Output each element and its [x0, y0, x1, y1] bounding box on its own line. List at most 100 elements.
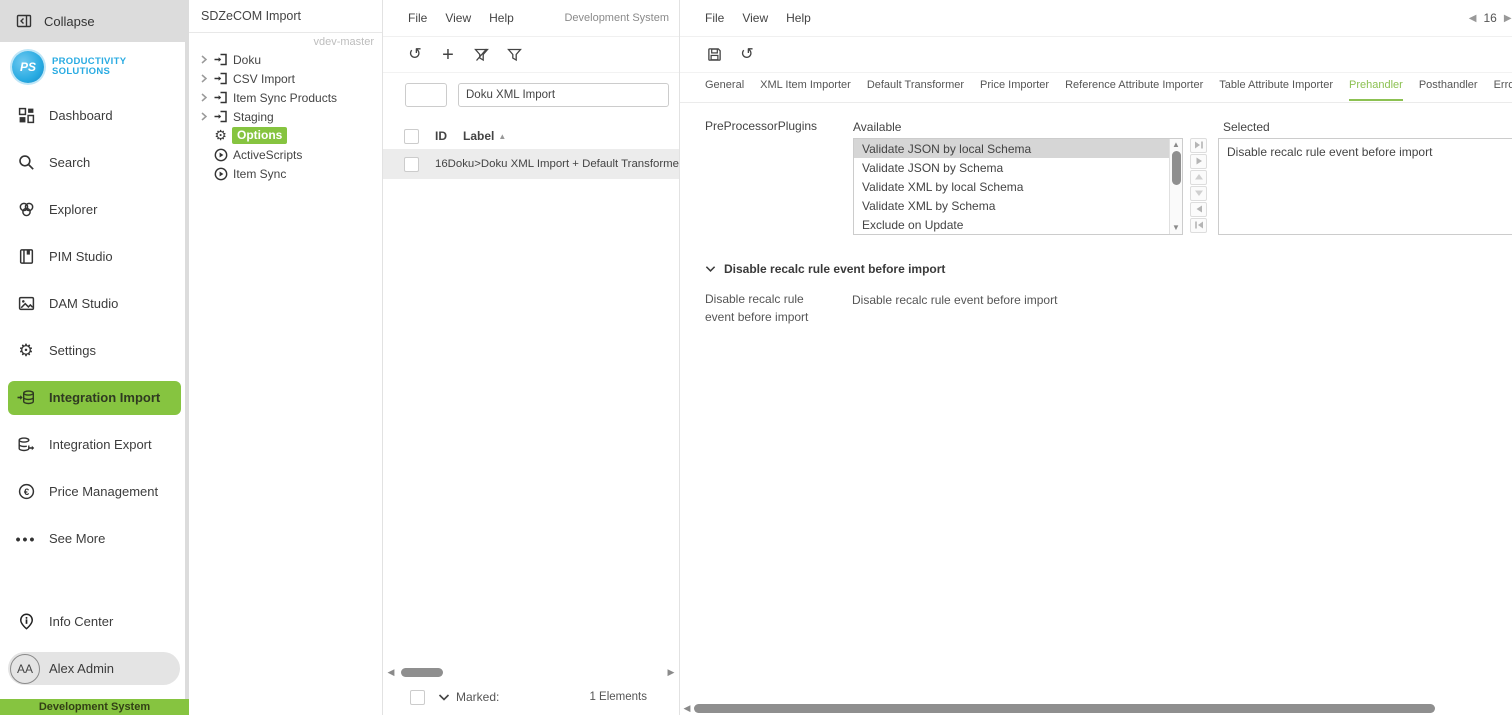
gear-icon: ⚙ — [214, 127, 227, 143]
sidebar-item-see-more[interactable]: ••• See More — [0, 515, 189, 562]
tab-default-transformer[interactable]: Default Transformer — [867, 79, 964, 101]
row-checkbox[interactable] — [404, 156, 419, 172]
marked-checkbox[interactable] — [410, 689, 425, 705]
expand-chevron-icon[interactable] — [199, 73, 212, 84]
filter-button[interactable] — [505, 48, 523, 62]
tab-xml-item-importer[interactable]: XML Item Importer — [760, 79, 851, 101]
tree-item-options[interactable]: ⚙ Options — [189, 126, 382, 145]
sidebar-item-dam-studio[interactable]: DAM Studio — [0, 280, 189, 327]
refresh-button[interactable]: ↺ — [738, 46, 756, 63]
sidebar-item-dashboard[interactable]: Dashboard — [0, 92, 189, 139]
available-item[interactable]: Validate XML by local Schema — [854, 177, 1169, 196]
expand-chevron-icon[interactable] — [199, 54, 212, 65]
refresh-button[interactable]: ↺ — [406, 46, 424, 63]
sidebar-item-info-center[interactable]: Info Center — [0, 598, 189, 645]
row-id: 16 — [435, 158, 448, 170]
ellipsis-icon: ••• — [15, 530, 37, 547]
expand-chevron-icon[interactable] — [199, 111, 212, 122]
tree-item-doku[interactable]: Doku — [189, 50, 382, 69]
dashboard-icon — [16, 107, 36, 124]
tree-item-item-sync-products[interactable]: Item Sync Products — [189, 88, 382, 107]
play-circle-icon — [212, 167, 229, 181]
column-header-id[interactable]: ID — [435, 129, 463, 143]
selected-item[interactable]: Disable recalc rule event before import — [1219, 142, 1512, 161]
brand-wordmark: PRODUCTIVITY SOLUTIONS — [52, 56, 127, 77]
tab-errors[interactable]: Errors — [1494, 79, 1512, 101]
available-item[interactable]: Validate JSON by Schema — [854, 158, 1169, 177]
menu-file[interactable]: File — [705, 11, 724, 25]
menu-view[interactable]: View — [445, 11, 471, 25]
scroll-left-icon[interactable]: ◀ — [386, 667, 396, 678]
sidebar-item-label: PIM Studio — [49, 249, 113, 264]
sidebar-item-label: Info Center — [49, 614, 114, 629]
scroll-up-icon[interactable]: ▲ — [1172, 139, 1180, 151]
available-listbox[interactable]: Validate JSON by local Schema Validate J… — [853, 138, 1183, 235]
tree-item-item-sync[interactable]: Item Sync — [189, 164, 382, 183]
menu-help[interactable]: Help — [786, 11, 811, 25]
add-button[interactable]: + — [439, 45, 457, 65]
column-header-label[interactable]: Label — [463, 129, 494, 143]
tab-reference-attribute-importer[interactable]: Reference Attribute Importer — [1065, 79, 1203, 101]
move-down-button[interactable] — [1190, 186, 1207, 201]
select-all-checkbox[interactable] — [404, 128, 419, 144]
move-up-button[interactable] — [1190, 170, 1207, 185]
move-left-button[interactable] — [1190, 202, 1207, 217]
plugin-section-header[interactable]: Disable recalc rule event before import — [705, 262, 945, 276]
tab-price-importer[interactable]: Price Importer — [980, 79, 1049, 101]
filter-clear-icon — [473, 48, 489, 61]
brand-logo: PS PRODUCTIVITY SOLUTIONS — [0, 42, 189, 92]
tree-item-csv-import[interactable]: CSV Import — [189, 69, 382, 88]
sidebar-item-label: Price Management — [49, 484, 159, 499]
clear-filter-button[interactable] — [472, 48, 490, 62]
scroll-down-icon[interactable]: ▼ — [1172, 222, 1180, 234]
sidebar-item-integration-export[interactable]: Integration Export — [0, 421, 189, 468]
detail-horizontal-scrollbar[interactable]: ◀ ▶ — [682, 702, 1512, 714]
available-item[interactable]: Validate XML by Schema — [854, 197, 1169, 216]
sidebar-item-explorer[interactable]: Explorer — [0, 186, 189, 233]
tab-prehandler[interactable]: Prehandler — [1349, 79, 1403, 101]
available-list-label: Available — [853, 120, 902, 134]
save-button[interactable] — [705, 47, 723, 62]
table-row[interactable]: 16 Doku>Doku XML Import + Default Transf… — [383, 149, 679, 179]
sidebar-item-pim-studio[interactable]: PIM Studio — [0, 233, 189, 280]
available-list-scrollbar[interactable]: ▲ ▼ — [1169, 139, 1182, 234]
system-label: Development System — [564, 12, 669, 24]
available-item[interactable]: Exclude on Update — [854, 216, 1169, 234]
tree-item-staging[interactable]: Staging — [189, 107, 382, 126]
move-right-icon — [1196, 157, 1202, 165]
collapse-button[interactable]: Collapse — [0, 0, 189, 42]
scroll-right-icon[interactable]: ▶ — [666, 667, 676, 678]
scroll-left-icon[interactable]: ◀ — [682, 703, 692, 714]
expand-chevron-icon[interactable] — [199, 92, 212, 103]
menu-view[interactable]: View — [742, 11, 768, 25]
sidebar-item-integration-import[interactable]: Integration Import — [8, 380, 181, 415]
sidebar-item-label: Search — [49, 155, 91, 170]
tree-item-activescripts[interactable]: ActiveScripts — [189, 145, 382, 164]
list-horizontal-scrollbar[interactable]: ◀ ▶ — [383, 666, 679, 679]
scrollbar-thumb[interactable] — [694, 703, 1436, 713]
id-filter-input[interactable] — [405, 83, 447, 107]
sidebar-item-settings[interactable]: ⚙ Settings — [0, 327, 189, 374]
tab-table-attribute-importer[interactable]: Table Attribute Importer — [1219, 79, 1333, 101]
menu-file[interactable]: File — [408, 11, 427, 25]
pager-prev-icon[interactable]: ◀ — [1469, 13, 1477, 24]
available-item[interactable]: Validate JSON by local Schema — [854, 139, 1169, 159]
label-filter-input[interactable] — [458, 83, 669, 107]
move-all-right-button[interactable] — [1190, 138, 1207, 153]
pager-next-icon[interactable]: ▶ — [1504, 13, 1512, 24]
chevron-down-icon[interactable] — [438, 693, 450, 702]
scrollbar-thumb[interactable] — [1171, 151, 1181, 185]
sidebar-item-price-management[interactable]: € Price Management — [0, 468, 189, 515]
user-menu[interactable]: AA Alex Admin — [8, 652, 180, 685]
sidebar-item-search[interactable]: Search — [0, 139, 189, 186]
explorer-knot-icon — [16, 201, 36, 218]
move-right-button[interactable] — [1190, 154, 1207, 169]
tab-posthandler[interactable]: Posthandler — [1419, 79, 1478, 101]
move-all-left-button[interactable] — [1190, 218, 1207, 233]
tree-panel-title: SDZeCOM Import — [189, 0, 382, 33]
tab-general[interactable]: General — [705, 79, 744, 101]
selected-listbox[interactable]: Disable recalc rule event before import — [1218, 138, 1512, 235]
menu-help[interactable]: Help — [489, 11, 514, 25]
image-icon — [16, 295, 36, 312]
scrollbar-thumb[interactable] — [401, 668, 443, 677]
